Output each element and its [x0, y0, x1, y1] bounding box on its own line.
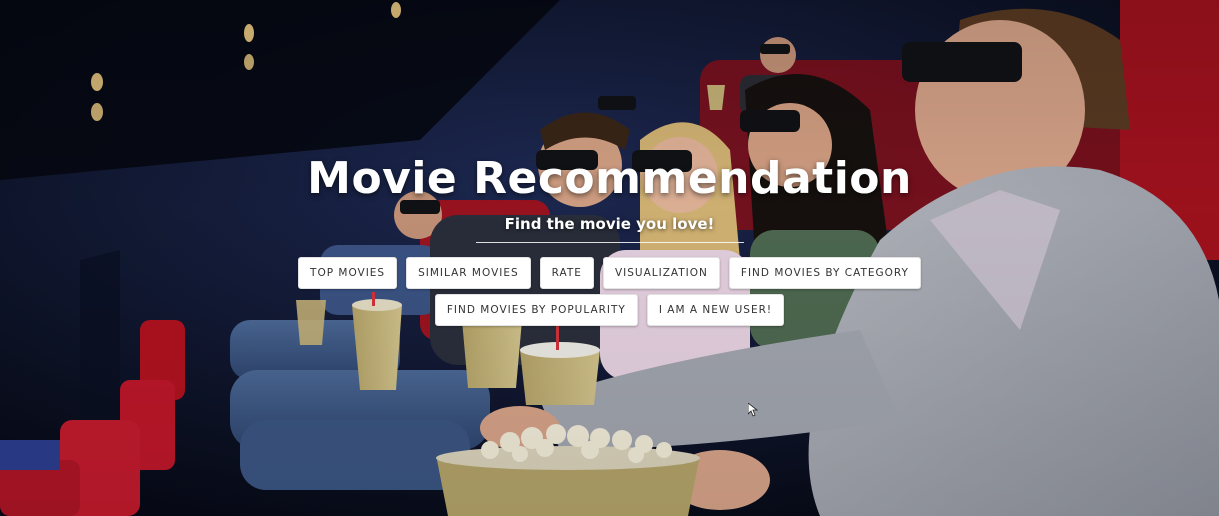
- nav-button-row-2: FIND MOVIES BY POPULARITY I AM A NEW USE…: [0, 294, 1219, 326]
- find-movies-by-popularity-button[interactable]: FIND MOVIES BY POPULARITY: [434, 294, 638, 326]
- top-movies-button[interactable]: TOP MOVIES: [298, 257, 398, 289]
- visualization-button[interactable]: VISUALIZATION: [602, 257, 720, 289]
- nav-button-row-1: TOP MOVIES SIMILAR MOVIES RATE VISUALIZA…: [0, 257, 1219, 289]
- page-subtitle: Find the movie you love!: [504, 215, 715, 233]
- similar-movies-button[interactable]: SIMILAR MOVIES: [406, 257, 531, 289]
- new-user-button[interactable]: I AM A NEW USER!: [646, 294, 785, 326]
- title-divider: [475, 242, 744, 243]
- hero-section: Movie Recommendation Find the movie you …: [0, 0, 1219, 516]
- find-movies-by-category-button[interactable]: FIND MOVIES BY CATEGORY: [728, 257, 921, 289]
- mouse-cursor-icon: [748, 403, 758, 417]
- page-title: Movie Recommendation: [307, 153, 912, 204]
- hero-content: Movie Recommendation Find the movie you …: [0, 150, 1219, 331]
- rate-button[interactable]: RATE: [539, 257, 594, 289]
